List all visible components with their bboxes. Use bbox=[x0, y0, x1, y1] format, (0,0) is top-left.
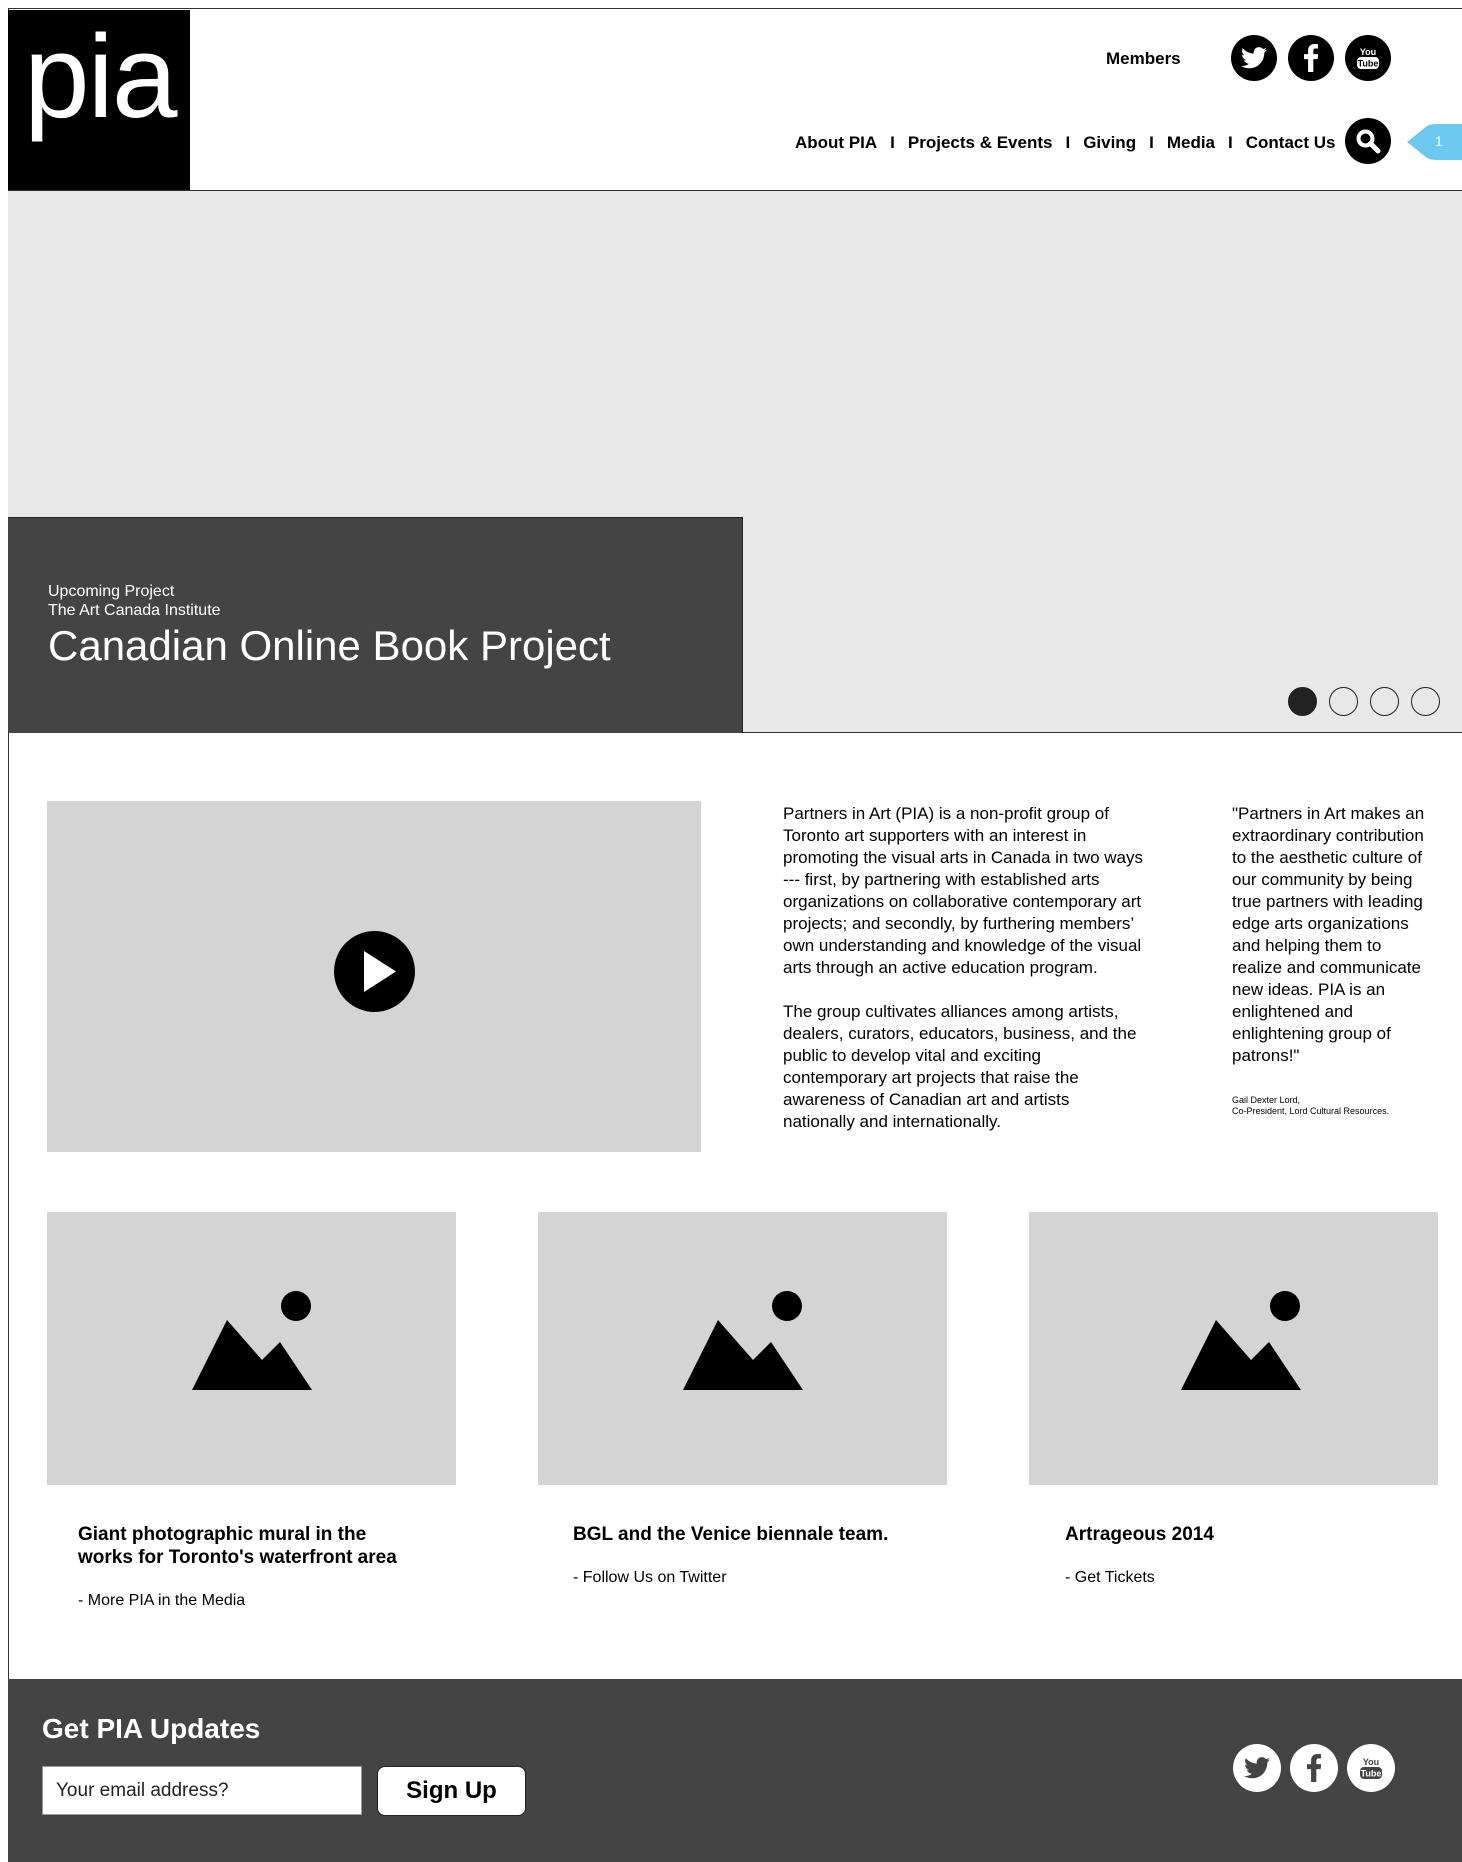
about-paragraph-1: Partners in Art (PIA) is a non-profit gr… bbox=[783, 804, 1144, 977]
members-link[interactable]: Members bbox=[1106, 49, 1181, 69]
twitter-icon[interactable] bbox=[1231, 35, 1277, 81]
card-link-3[interactable]: - Get Tickets bbox=[1065, 1569, 1155, 1587]
video-player[interactable] bbox=[47, 801, 701, 1152]
image-placeholder-icon bbox=[683, 1291, 803, 1390]
nav-separator: I bbox=[1149, 133, 1154, 152]
notification-badge[interactable]: 1 bbox=[1407, 124, 1462, 160]
email-field[interactable]: Your email address? bbox=[42, 1766, 362, 1815]
card-link-2[interactable]: - Follow Us on Twitter bbox=[573, 1569, 727, 1587]
nav-separator: I bbox=[1228, 133, 1233, 152]
card-image-1[interactable] bbox=[47, 1212, 456, 1485]
card-image-3[interactable] bbox=[1029, 1212, 1438, 1485]
pia-logo[interactable]: pia bbox=[8, 10, 190, 190]
nav-giving[interactable]: Giving bbox=[1083, 133, 1136, 153]
facebook-icon[interactable] bbox=[1290, 1744, 1338, 1792]
facebook-icon[interactable] bbox=[1288, 35, 1334, 81]
hero-kicker-line2: The Art Canada Institute bbox=[48, 602, 221, 619]
nav-contact-us[interactable]: Contact Us bbox=[1246, 133, 1336, 153]
quote-attribution-title: Co-President, Lord Cultural Resources. bbox=[1232, 1106, 1390, 1116]
card-title-2[interactable]: BGL and the Venice biennale team. bbox=[573, 1523, 933, 1546]
slider-dot-2[interactable] bbox=[1329, 687, 1358, 716]
footer: Get PIA Updates Your email address? Sign… bbox=[8, 1679, 1462, 1862]
nav-about[interactable]: About PIA bbox=[795, 133, 877, 153]
slider-dot-1[interactable] bbox=[1288, 687, 1317, 716]
hero-slider[interactable]: Upcoming Project The Art Canada Institut… bbox=[8, 191, 1462, 733]
svg-text:Tube: Tube bbox=[1358, 59, 1379, 69]
hero-caption: Upcoming Project The Art Canada Institut… bbox=[8, 517, 743, 733]
slider-dot-3[interactable] bbox=[1370, 687, 1399, 716]
play-button[interactable] bbox=[334, 931, 415, 1012]
card-title-1[interactable]: Giant photographic mural in the works fo… bbox=[78, 1523, 418, 1569]
card-link-1[interactable]: - More PIA in the Media bbox=[78, 1592, 245, 1610]
main-nav: About PIA I Projects & Events I Giving I… bbox=[795, 133, 1335, 153]
twitter-icon[interactable] bbox=[1233, 1744, 1281, 1792]
card-image-2[interactable] bbox=[538, 1212, 947, 1485]
svg-text:You: You bbox=[1360, 47, 1376, 57]
hero-kicker: Upcoming Project The Art Canada Institut… bbox=[48, 582, 221, 620]
card-title-3[interactable]: Artrageous 2014 bbox=[1065, 1523, 1425, 1546]
hero-kicker-line1: Upcoming Project bbox=[48, 583, 175, 600]
youtube-icon[interactable]: You Tube bbox=[1347, 1744, 1395, 1792]
slider-pagination bbox=[1288, 687, 1440, 716]
quote-attribution: Gail Dexter Lord, Co-President, Lord Cul… bbox=[1232, 1095, 1432, 1117]
logo-text: pia bbox=[24, 11, 177, 143]
quote-attribution-name: Gail Dexter Lord, bbox=[1232, 1095, 1301, 1105]
nav-separator: I bbox=[890, 133, 895, 152]
image-placeholder-icon bbox=[192, 1291, 312, 1390]
image-placeholder-icon bbox=[1181, 1291, 1301, 1390]
youtube-icon[interactable]: You Tube bbox=[1345, 35, 1391, 81]
play-icon bbox=[364, 951, 396, 992]
about-text: Partners in Art (PIA) is a non-profit gr… bbox=[783, 803, 1143, 1133]
about-paragraph-2: The group cultivates alliances among art… bbox=[783, 1002, 1137, 1131]
newsletter-title: Get PIA Updates bbox=[42, 1713, 261, 1744]
search-icon bbox=[1356, 129, 1381, 154]
nav-projects-events[interactable]: Projects & Events bbox=[908, 133, 1053, 153]
svg-text:Tube: Tube bbox=[1361, 1769, 1382, 1779]
nav-separator: I bbox=[1065, 133, 1071, 152]
slider-dot-4[interactable] bbox=[1411, 687, 1440, 716]
quote-text: "Partners in Art makes an extraordinary … bbox=[1232, 804, 1425, 1065]
testimonial-quote: "Partners in Art makes an extraordinary … bbox=[1232, 803, 1432, 1117]
nav-media[interactable]: Media bbox=[1167, 133, 1215, 153]
hero-title[interactable]: Canadian Online Book Project bbox=[48, 622, 611, 670]
svg-text:You: You bbox=[1363, 1757, 1379, 1767]
badge-count: 1 bbox=[1435, 133, 1443, 149]
search-button[interactable] bbox=[1345, 118, 1391, 164]
sign-up-button[interactable]: Sign Up bbox=[377, 1766, 526, 1816]
